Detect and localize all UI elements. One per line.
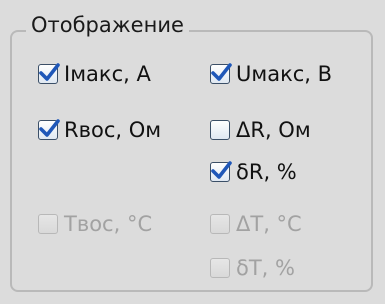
check-mark-icon	[39, 119, 60, 137]
umax-checkbox[interactable]: Uмакс, В	[210, 60, 332, 88]
tvos-label: Tвос, °C	[64, 212, 153, 236]
checkbox-box[interactable]	[38, 214, 58, 234]
display-options-panel: Отображение Iмакс, А Uмакс, В Rвос, Ом Δ…	[0, 0, 385, 304]
checkbox-box[interactable]	[210, 120, 230, 140]
checkbox-box[interactable]	[210, 258, 230, 278]
small-delta-t-checkbox[interactable]: δT, %	[210, 254, 295, 282]
checkbox-box[interactable]	[38, 63, 60, 84]
delta-t-label: ΔT, °C	[236, 212, 302, 236]
rvos-checkbox[interactable]: Rвос, Ом	[38, 116, 161, 144]
rvos-label: Rвос, Ом	[64, 118, 162, 142]
delta-r-label: ΔR, Ом	[236, 118, 311, 142]
checkbox-box[interactable]	[210, 63, 232, 84]
check-mark-icon	[211, 63, 232, 81]
checkbox-box[interactable]	[210, 161, 232, 182]
delta-t-checkbox[interactable]: ΔT, °C	[210, 210, 302, 238]
small-delta-t-label: δT, %	[236, 256, 295, 280]
umax-label: Uмакс, В	[236, 62, 333, 86]
delta-r-checkbox[interactable]: ΔR, Ом	[210, 116, 311, 144]
small-delta-r-checkbox[interactable]: δR, %	[210, 158, 297, 186]
tvos-checkbox[interactable]: Tвос, °C	[38, 210, 152, 238]
imax-label: Iмакс, А	[64, 62, 151, 86]
small-delta-r-label: δR, %	[236, 160, 297, 184]
check-mark-icon	[39, 63, 60, 81]
checkbox-box[interactable]	[38, 119, 60, 140]
checkbox-box[interactable]	[210, 214, 230, 234]
check-mark-icon	[211, 161, 232, 179]
imax-checkbox[interactable]: Iмакс, А	[38, 60, 151, 88]
group-title: Отображение	[26, 12, 189, 38]
